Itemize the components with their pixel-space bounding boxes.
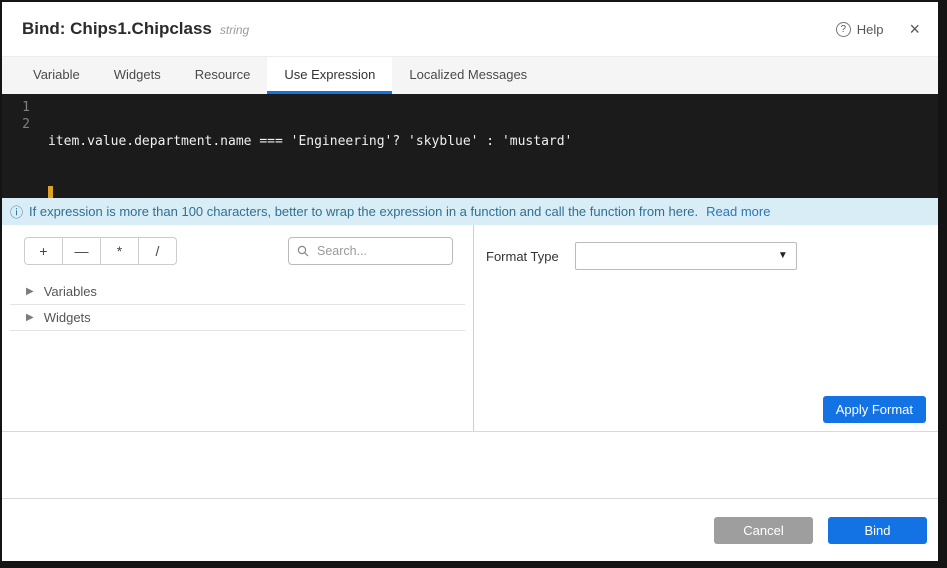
format-type-select[interactable]: ▼ xyxy=(575,242,797,270)
property-type-label: string xyxy=(220,23,249,37)
apply-format-button[interactable]: Apply Format xyxy=(823,396,926,423)
expression-helpers-pane: + — * / ▶ xyxy=(2,225,474,431)
info-text: If expression is more than 100 character… xyxy=(29,204,698,219)
tab-localized-messages[interactable]: Localized Messages xyxy=(392,57,544,94)
line-number: 2 xyxy=(2,116,30,133)
search-icon xyxy=(297,245,309,257)
operator-group: + — * / xyxy=(24,237,177,265)
dialog-footer: Cancel Bind xyxy=(2,499,938,561)
format-pane: Format Type ▼ Apply Format xyxy=(474,225,938,431)
info-banner: ⓘ If expression is more than 100 charact… xyxy=(2,198,938,225)
expression-editor[interactable]: 1 2 item.value.department.name === 'Engi… xyxy=(2,94,938,198)
code-area[interactable]: item.value.department.name === 'Engineer… xyxy=(42,99,938,198)
title-group: Bind: Chips1.Chipclass string xyxy=(22,19,249,39)
line-number: 1 xyxy=(2,99,30,116)
search-input[interactable] xyxy=(288,237,453,265)
operator-multiply-button[interactable]: * xyxy=(100,237,139,265)
chevron-right-icon[interactable]: ▶ xyxy=(26,286,34,297)
tree-item-label: Variables xyxy=(44,284,97,299)
bind-source-tree: ▶ Variables ▶ Widgets xyxy=(2,279,473,331)
help-icon: ? xyxy=(836,22,851,37)
tab-widgets[interactable]: Widgets xyxy=(97,57,178,94)
bind-button[interactable]: Bind xyxy=(828,517,927,544)
caret-down-icon: ▼ xyxy=(778,250,788,261)
empty-section xyxy=(2,432,938,499)
chevron-right-icon[interactable]: ▶ xyxy=(26,312,34,323)
close-icon[interactable]: × xyxy=(909,20,920,38)
info-icon: ⓘ xyxy=(10,202,23,221)
search-box[interactable] xyxy=(288,237,453,265)
help-button[interactable]: ? Help xyxy=(836,22,884,37)
tab-use-expression[interactable]: Use Expression xyxy=(267,57,392,94)
page-title: Bind: Chips1.Chipclass xyxy=(22,19,212,39)
screen-background: Bind: Chips1.Chipclass string ? Help × V… xyxy=(0,0,947,568)
operator-divide-button[interactable]: / xyxy=(138,237,177,265)
tree-item-widgets[interactable]: ▶ Widgets xyxy=(10,305,465,331)
header-actions: ? Help × xyxy=(836,20,920,38)
read-more-link[interactable]: Read more xyxy=(706,204,770,219)
line-number-gutter: 1 2 xyxy=(2,99,42,198)
code-line[interactable]: item.value.department.name === 'Engineer… xyxy=(48,133,938,150)
format-type-row: Format Type ▼ xyxy=(474,225,938,270)
operator-minus-button[interactable]: — xyxy=(62,237,101,265)
tab-bar: Variable Widgets Resource Use Expression… xyxy=(2,56,938,94)
bind-dialog: Bind: Chips1.Chipclass string ? Help × V… xyxy=(2,2,938,561)
dialog-header: Bind: Chips1.Chipclass string ? Help × xyxy=(2,2,938,56)
help-label: Help xyxy=(857,22,884,37)
tree-item-label: Widgets xyxy=(44,310,91,325)
tab-resource[interactable]: Resource xyxy=(178,57,268,94)
format-type-label: Format Type xyxy=(486,249,559,264)
cancel-button[interactable]: Cancel xyxy=(714,517,813,544)
main-split: + — * / ▶ xyxy=(2,225,938,432)
operator-toolbar: + — * / xyxy=(2,225,473,265)
operator-plus-button[interactable]: + xyxy=(24,237,63,265)
tree-item-variables[interactable]: ▶ Variables xyxy=(10,279,465,305)
tab-variable[interactable]: Variable xyxy=(16,57,97,94)
